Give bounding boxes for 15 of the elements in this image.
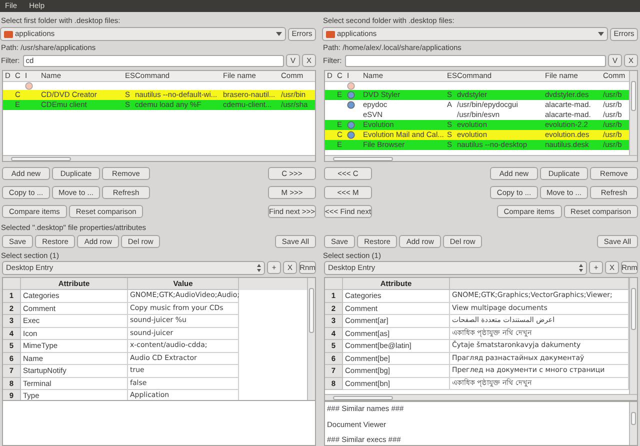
- vertical-scrollbar[interactable]: [629, 278, 637, 394]
- folder-icon: [326, 30, 335, 38]
- vertical-scrollbar[interactable]: [629, 71, 637, 155]
- caret-icon: [276, 32, 282, 36]
- vertical-scrollbar[interactable]: [629, 402, 637, 445]
- column-header[interactable]: [450, 278, 629, 290]
- spinner-icon: [257, 264, 261, 272]
- spinner-icon: [579, 264, 583, 272]
- vertical-scrollbar[interactable]: [307, 278, 315, 400]
- horizontal-scrollbar[interactable]: [325, 394, 637, 400]
- horizontal-scrollbar[interactable]: [3, 155, 315, 161]
- filter-field[interactable]: [344, 54, 606, 66]
- horizontal-scrollbar[interactable]: [325, 155, 637, 161]
- caret-icon: [598, 32, 604, 36]
- folder-icon: [4, 30, 13, 38]
